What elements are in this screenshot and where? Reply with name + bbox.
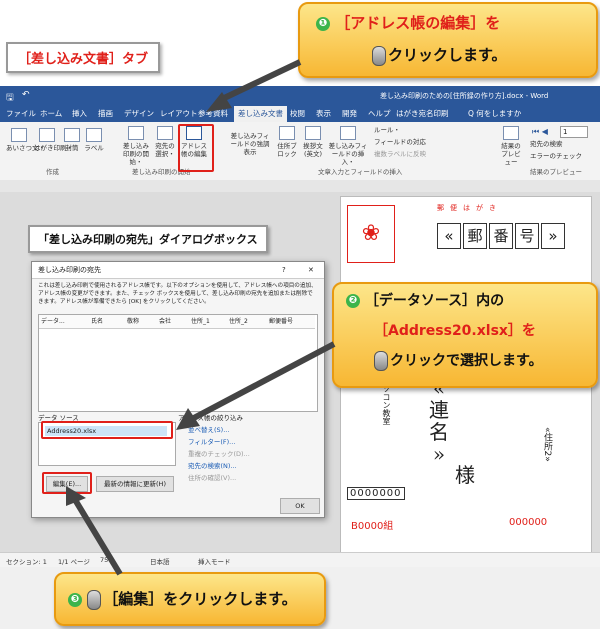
arrow-to-edit-list	[218, 59, 302, 103]
guide-arrows	[66, 59, 336, 576]
arrow-to-datasource	[188, 341, 336, 423]
arrow-to-edit-button	[71, 496, 123, 576]
